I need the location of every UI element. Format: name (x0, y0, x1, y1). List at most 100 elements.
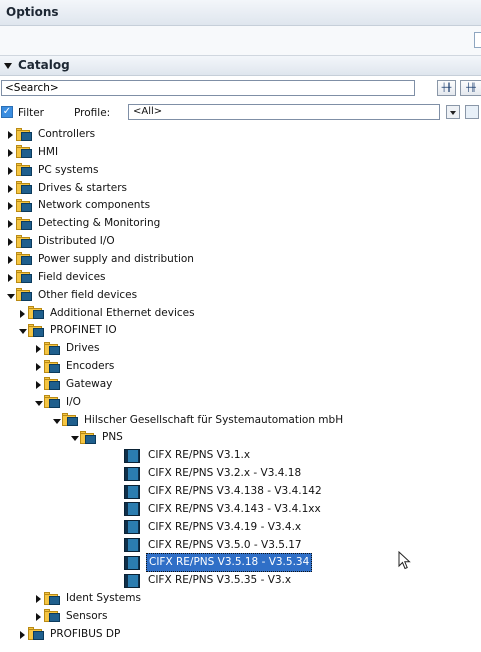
tree-item-label: CIFX RE/PNS V3.4.143 - V3.4.1xx (148, 502, 321, 515)
tree-item-folder[interactable]: PNS (70, 429, 125, 446)
folder-icon (16, 288, 32, 302)
tree-item-label: PROFINET IO (50, 324, 117, 337)
tree-item-label: CIFX RE/PNS V3.5.35 - V3.x (148, 574, 292, 587)
tree-item-folder[interactable]: Field devices (6, 269, 108, 286)
tree-item-label: Detecting & Monitoring (38, 217, 161, 230)
expand-arrow-right-icon[interactable] (6, 162, 16, 179)
tree-item-label: I/O (66, 395, 81, 408)
tree-item-folder[interactable]: Gateway (34, 376, 114, 393)
tree-item-label: CIFX RE/PNS V3.4.19 - V3.4.x (148, 520, 302, 533)
tree-item-label: Field devices (38, 270, 106, 283)
tree-item-device[interactable]: CIFX RE/PNS V3.4.143 - V3.4.1xx (124, 501, 323, 518)
search-down-button[interactable]: ┼╫ (437, 80, 456, 96)
folder-icon (28, 323, 44, 337)
expand-arrow-right-icon[interactable] (18, 305, 28, 322)
tree-item-folder[interactable]: Sensors (34, 608, 109, 625)
tree-item-folder[interactable]: I/O (34, 394, 83, 411)
expand-arrow-right-icon[interactable] (6, 233, 16, 250)
folder-icon (44, 591, 60, 605)
expand-arrow-right-icon[interactable] (6, 180, 16, 197)
catalog-header[interactable]: Catalog (0, 56, 481, 76)
expand-arrow-right-icon[interactable] (34, 358, 44, 375)
tree-item-label: PC systems (38, 163, 99, 176)
tree-item-label: Controllers (38, 128, 96, 140)
tree-item-folder[interactable]: Encoders (34, 358, 116, 375)
expand-arrow-down-icon[interactable] (34, 394, 44, 411)
search-input[interactable] (1, 80, 415, 96)
tree-item-folder[interactable]: PROFIBUS DP (18, 626, 122, 643)
folder-icon (80, 430, 96, 444)
expand-arrow-right-icon[interactable] (34, 376, 44, 393)
tree-item-folder[interactable]: HMI (6, 144, 60, 161)
tree-item-folder[interactable]: PROFINET IO (18, 322, 119, 339)
tree-item-device[interactable]: CIFX RE/PNS V3.2.x - V3.4.18 (124, 465, 303, 482)
folder-icon (44, 395, 60, 409)
tree-item-label: Distributed I/O (38, 235, 115, 248)
device-module-icon (124, 538, 140, 553)
expand-arrow-down-icon[interactable] (70, 429, 80, 446)
collapse-chevron-icon[interactable] (4, 62, 12, 69)
tree-item-folder[interactable]: PC systems (6, 162, 100, 179)
folder-icon (16, 198, 32, 212)
expand-arrow-right-icon[interactable] (6, 126, 16, 143)
options-header[interactable]: Options (0, 0, 481, 26)
expand-arrow-down-icon[interactable] (6, 287, 16, 304)
expand-arrow-down-icon[interactable] (18, 322, 28, 339)
profile-select[interactable]: <All> (128, 104, 440, 120)
expand-arrow-right-icon[interactable] (6, 269, 16, 286)
options-corner-button[interactable] (474, 32, 481, 48)
tree-item-label: Gateway (66, 377, 113, 390)
tree-item-device[interactable]: CIFX RE/PNS V3.1.x (124, 447, 252, 464)
tree-item-label: CIFX RE/PNS V3.1.x (148, 449, 251, 462)
tree-item-device[interactable]: CIFX RE/PNS V3.4.19 - V3.4.x (124, 519, 303, 536)
tree-item-label: Other field devices (38, 288, 138, 301)
tree-item-label: CIFX RE/PNS V3.4.138 - V3.4.142 (148, 485, 322, 497)
device-module-icon (124, 520, 140, 535)
tree-item-folder[interactable]: Hilscher Gesellschaft für Systemautomati… (52, 412, 345, 429)
folder-icon (16, 252, 32, 266)
folder-icon (16, 127, 32, 141)
expand-arrow-right-icon[interactable] (34, 608, 44, 625)
expand-arrow-right-icon[interactable] (6, 197, 16, 214)
expand-arrow-right-icon[interactable] (34, 590, 44, 607)
expand-arrow-down-icon[interactable] (52, 412, 62, 429)
tree-item-device[interactable]: CIFX RE/PNS V3.5.35 - V3.x (124, 572, 293, 589)
folder-icon (16, 216, 32, 230)
tree-item-folder[interactable]: Power supply and distribution (6, 251, 196, 268)
tree-item-label: PNS (102, 431, 123, 444)
expand-arrow-right-icon[interactable] (18, 626, 28, 643)
tree-item-label: HMI (38, 145, 59, 158)
filter-checkbox[interactable]: ✓ (1, 106, 13, 118)
folder-icon (28, 306, 44, 319)
tree-item-label: Power supply and distribution (38, 252, 194, 265)
folder-icon (44, 341, 60, 355)
tree-item-folder[interactable]: Distributed I/O (6, 233, 117, 250)
tree-item-folder[interactable]: Drives (34, 340, 101, 357)
tree-item-folder[interactable]: Detecting & Monitoring (6, 215, 162, 232)
mouse-cursor-icon (398, 551, 411, 570)
profile-dropdown-icon[interactable] (446, 105, 460, 119)
folder-icon (16, 181, 32, 195)
tree-item-label: CIFX RE/PNS V3.5.0 - V3.5.17 (148, 538, 302, 551)
profile-options-icon[interactable] (465, 105, 479, 119)
tree-item-folder[interactable]: Ident Systems (34, 590, 143, 607)
options-title: Options (6, 5, 59, 19)
tree-item-folder[interactable]: Other field devices (6, 287, 139, 304)
tree-item-folder[interactable]: Drives & starters (6, 180, 129, 197)
folder-icon (16, 234, 32, 248)
tree-item-folder[interactable]: Additional Ethernet devices (18, 305, 197, 322)
tree-item-folder[interactable]: Network components (6, 197, 152, 214)
search-up-button[interactable]: ┼╫ (460, 80, 481, 96)
tree-item-label: Ident Systems (66, 592, 141, 605)
tree-item-device[interactable]: CIFX RE/PNS V3.5.0 - V3.5.17 (124, 537, 304, 554)
tree-item-label: Additional Ethernet devices (50, 306, 195, 319)
tree-item-device[interactable]: CIFX RE/PNS V3.4.138 - V3.4.142 (124, 483, 324, 500)
filter-row: ✓ Filter Profile: <All> (0, 104, 481, 122)
device-module-icon (124, 448, 140, 463)
expand-arrow-right-icon[interactable] (34, 340, 44, 357)
tree-item-device[interactable]: CIFX RE/PNS V3.5.18 - V3.5.34 (124, 553, 313, 573)
tree-item-folder[interactable]: Controllers (6, 126, 97, 143)
expand-arrow-right-icon[interactable] (6, 144, 16, 161)
expand-arrow-right-icon[interactable] (6, 251, 16, 268)
expand-arrow-right-icon[interactable] (6, 215, 16, 232)
